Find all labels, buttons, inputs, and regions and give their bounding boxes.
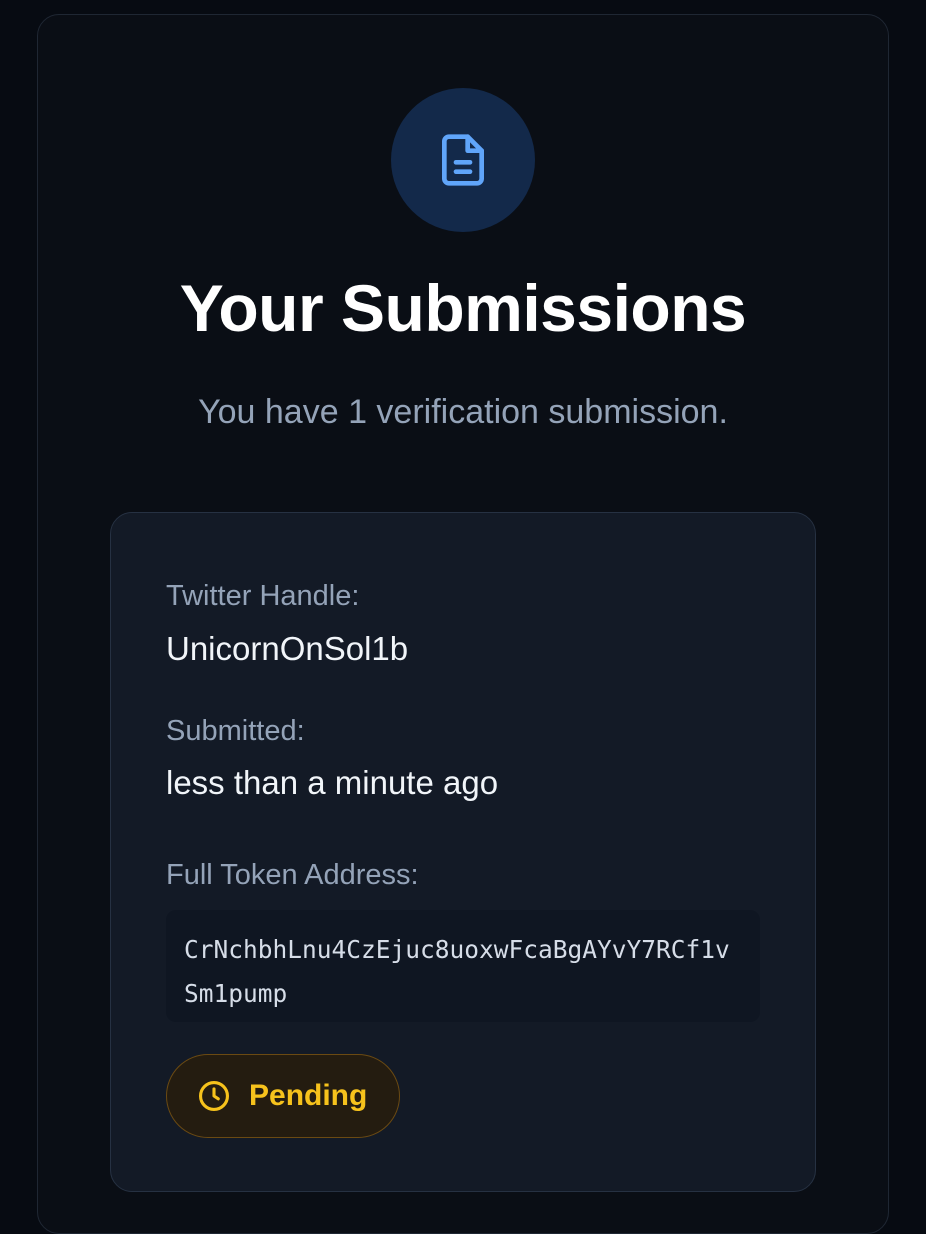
status-label: Pending — [249, 1079, 368, 1112]
status-badge: Pending — [166, 1054, 400, 1138]
page-subtitle: You have 1 verification submission. — [198, 393, 728, 431]
page-title: Your Submissions — [179, 271, 747, 345]
twitter-handle-label: Twitter Handle: — [166, 580, 360, 612]
submitted-value: less than a minute ago — [166, 764, 499, 801]
document-icon — [442, 134, 484, 186]
token-address-value[interactable]: CrNchbhLnu4CzEjuc8uoxwFcaBgAYvY7RCf1vSm1… — [166, 910, 760, 1022]
token-address-label: Full Token Address: — [166, 859, 419, 891]
twitter-handle-value: UnicornOnSol1b — [166, 630, 409, 667]
clock-icon — [197, 1079, 231, 1113]
submitted-label: Submitted: — [166, 715, 305, 747]
header-icon-badge — [391, 88, 535, 232]
